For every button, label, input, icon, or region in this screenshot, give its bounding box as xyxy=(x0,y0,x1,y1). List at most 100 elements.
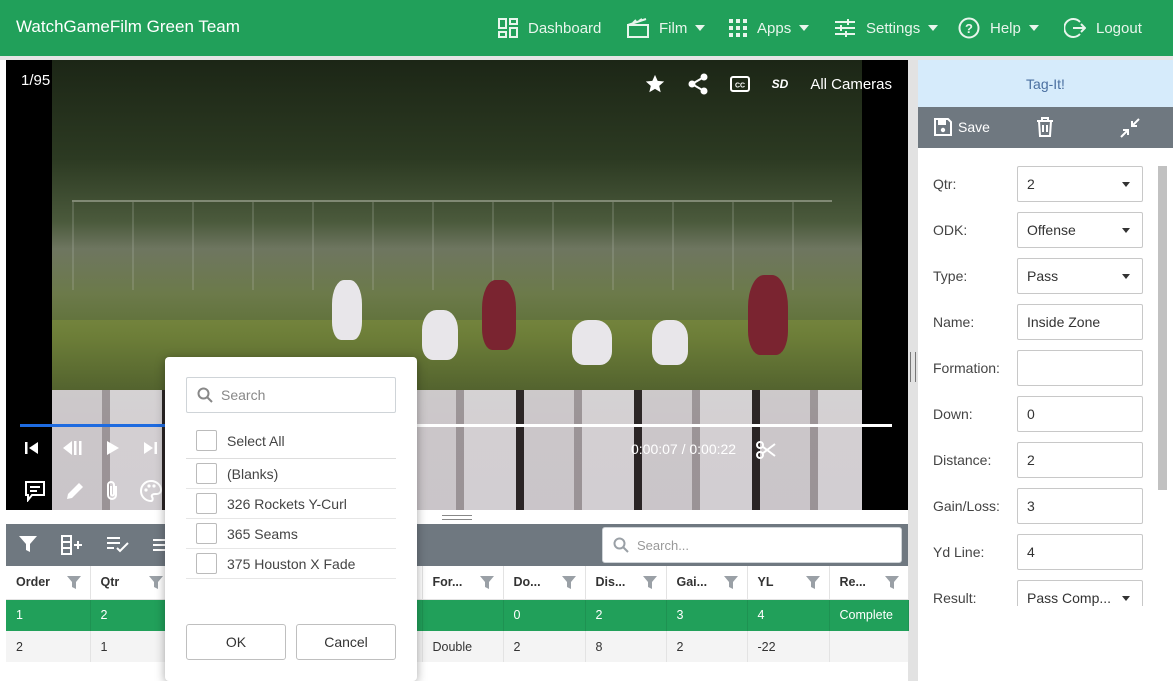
step-back-icon[interactable] xyxy=(62,440,84,456)
grid-search-box[interactable] xyxy=(602,527,902,563)
column-header[interactable]: Gai... xyxy=(666,566,748,600)
ok-button[interactable]: OK xyxy=(186,624,286,660)
star-icon[interactable] xyxy=(644,73,666,95)
select-all-option[interactable]: Select All xyxy=(186,423,396,459)
paperclip-icon[interactable] xyxy=(104,480,122,502)
tag-form-scrollbar[interactable] xyxy=(1158,166,1167,490)
filter-option[interactable]: 365 Seams xyxy=(186,519,396,549)
dropdown-field[interactable]: Pass xyxy=(1017,258,1143,294)
horizontal-splitter[interactable] xyxy=(6,510,908,524)
table-cell: 1 xyxy=(6,599,91,631)
collapse-icon[interactable] xyxy=(1120,118,1140,138)
nav-help[interactable]: ? Help xyxy=(958,15,1039,41)
search-icon xyxy=(197,387,213,403)
top-navbar: WatchGameFilm Green Team Dashboard Film … xyxy=(0,0,1173,56)
nav-label: Film xyxy=(659,19,688,37)
filter-search-input[interactable] xyxy=(221,387,381,403)
checklist-icon[interactable] xyxy=(106,534,130,554)
form-row: Formation: xyxy=(933,350,1148,386)
form-row: Down: 0 xyxy=(933,396,1148,432)
skip-to-end-icon[interactable] xyxy=(142,441,158,455)
comment-icon[interactable] xyxy=(24,480,46,502)
table-row[interactable]: 2 1 Double 2 8 2 -22 xyxy=(6,631,909,662)
column-header[interactable]: Qtr xyxy=(90,566,173,600)
cancel-button[interactable]: Cancel xyxy=(296,624,396,660)
pencil-icon[interactable] xyxy=(64,480,86,502)
text-field[interactable]: 3 xyxy=(1017,488,1143,524)
share-icon[interactable] xyxy=(688,73,708,95)
tag-panel-title[interactable]: Tag-It! xyxy=(918,60,1173,107)
add-column-icon[interactable] xyxy=(60,534,84,556)
nav-film[interactable]: Film xyxy=(627,15,706,41)
field-label: Yd Line: xyxy=(933,544,985,560)
nav-logout[interactable]: Logout xyxy=(1064,15,1142,41)
trash-icon[interactable] xyxy=(1036,117,1054,137)
filter-icon[interactable] xyxy=(18,534,38,554)
app-title[interactable]: WatchGameFilm Green Team xyxy=(16,17,240,37)
filter-option[interactable]: 326 Rockets Y-Curl xyxy=(186,489,396,519)
filter-search-box[interactable] xyxy=(186,377,396,413)
dashboard-icon xyxy=(498,18,518,38)
nav-dashboard[interactable]: Dashboard xyxy=(498,15,601,41)
play-icon[interactable] xyxy=(106,440,120,456)
text-field[interactable]: 4 xyxy=(1017,534,1143,570)
skip-to-start-icon[interactable] xyxy=(24,441,40,455)
column-header[interactable]: Do... xyxy=(503,566,586,600)
quality-toggle[interactable]: SD xyxy=(772,77,789,91)
column-label: Order xyxy=(16,575,51,590)
column-header[interactable]: For... xyxy=(422,566,504,600)
table-cell: 8 xyxy=(585,631,667,662)
column-header[interactable]: Order xyxy=(6,566,91,600)
palette-icon[interactable] xyxy=(140,480,162,502)
table-cell: 2 xyxy=(585,599,667,631)
option-label: 326 Rockets Y-Curl xyxy=(227,495,347,512)
text-field[interactable]: Inside Zone xyxy=(1017,304,1143,340)
text-field[interactable]: 0 xyxy=(1017,396,1143,432)
column-header[interactable]: Dis... xyxy=(585,566,667,600)
dropdown-arrow-icon xyxy=(1122,274,1130,279)
column-filter-icon[interactable] xyxy=(642,575,658,590)
list-icon[interactable] xyxy=(152,534,166,554)
filter-option[interactable]: 375 Houston X Fade xyxy=(186,549,396,579)
splitter-grip[interactable] xyxy=(910,352,916,382)
text-field[interactable] xyxy=(1017,350,1143,386)
column-filter-icon[interactable] xyxy=(479,575,495,590)
column-label: Qtr xyxy=(100,575,120,590)
column-filter-icon[interactable] xyxy=(148,575,164,590)
form-row: Name: Inside Zone xyxy=(933,304,1148,340)
save-button[interactable]: Save xyxy=(934,118,990,136)
dropdown-field[interactable]: Pass Comp... xyxy=(1017,580,1143,606)
nav-apps[interactable]: Apps xyxy=(729,15,810,41)
video-timecode: 0:00:07 / 0:00:22 xyxy=(631,441,737,457)
checkbox[interactable] xyxy=(196,463,217,484)
checkbox[interactable] xyxy=(196,523,217,544)
filter-options-list[interactable]: Select All (Blanks) 326 Rockets Y-Curl 3… xyxy=(186,423,396,583)
field-value: 2 xyxy=(1027,176,1035,192)
checkbox[interactable] xyxy=(196,493,217,514)
scissors-icon[interactable] xyxy=(756,440,776,460)
table-row-selected[interactable]: 1 2 0 2 3 4 Complete xyxy=(6,599,909,631)
column-header[interactable]: YL xyxy=(747,566,830,600)
column-header[interactable]: Re... xyxy=(829,566,909,600)
column-filter-icon[interactable] xyxy=(561,575,577,590)
video-player[interactable]: 1/95 CC SD All Cameras 0:00:07 / 0:00:22 xyxy=(6,60,908,510)
column-filter-icon[interactable] xyxy=(805,575,821,590)
dropdown-field[interactable]: Offense xyxy=(1017,212,1143,248)
checkbox[interactable] xyxy=(196,430,217,451)
dropdown-field[interactable]: 2 xyxy=(1017,166,1143,202)
nav-settings[interactable]: Settings xyxy=(834,15,939,41)
table-cell: 0 xyxy=(503,599,586,631)
closed-captions-icon[interactable]: CC xyxy=(729,76,750,92)
camera-select[interactable]: All Cameras xyxy=(810,76,892,93)
grid-search-input[interactable] xyxy=(637,537,877,553)
checkbox[interactable] xyxy=(196,553,217,574)
filter-option[interactable]: (Blanks) xyxy=(186,459,396,489)
column-filter-icon[interactable] xyxy=(723,575,739,590)
splitter-grip[interactable] xyxy=(442,515,472,520)
text-field[interactable]: 2 xyxy=(1017,442,1143,478)
column-filter-icon[interactable] xyxy=(66,575,82,590)
video-progress-bar[interactable] xyxy=(20,424,892,427)
column-filter-icon[interactable] xyxy=(884,575,900,590)
form-row: Type: Pass xyxy=(933,258,1148,294)
chevron-down-icon xyxy=(928,25,939,31)
